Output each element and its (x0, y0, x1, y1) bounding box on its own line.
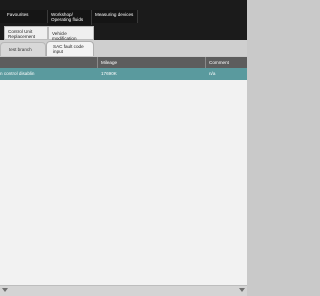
nav-favourites-label: Favourites (7, 12, 29, 17)
cell-description: n control disablin (0, 71, 35, 76)
diagnostic-window: Favourites Workshop/ Operating fluids Me… (0, 0, 247, 296)
nav-measuring-devices-label: Measuring devices (95, 12, 134, 17)
nav-control-unit-replacement-label: Control Unit Replacement (8, 29, 36, 39)
tab-test-branch-label: test branch (9, 47, 32, 52)
table-header: Mileage Comment (0, 57, 247, 68)
cell-mileage: 17690K (101, 71, 117, 76)
nav-workshop-fluids[interactable]: Workshop/ Operating fluids (48, 10, 92, 25)
bottom-scrollbar[interactable] (0, 286, 247, 296)
column-header-comment[interactable]: Comment (206, 57, 247, 68)
tab-sac-fault-code-input-label: SAC fault code input (53, 44, 84, 54)
scroll-left-arrow-icon[interactable] (2, 288, 8, 292)
top-navigation: Favourites Workshop/ Operating fluids Me… (0, 0, 247, 41)
tab-bar: test branch SAC fault code input (0, 40, 247, 56)
result-list-area (0, 80, 247, 286)
nav-favourites[interactable]: Favourites (4, 10, 48, 23)
table-row[interactable]: n control disablin 17690K n/a (0, 68, 247, 80)
column-header-mileage[interactable]: Mileage (98, 57, 206, 68)
tab-sac-fault-code-input[interactable]: SAC fault code input (46, 41, 94, 56)
nav-vehicle-modification[interactable]: Vehicle modification (48, 26, 94, 41)
tab-test-branch[interactable]: test branch (0, 42, 46, 56)
cell-comment: n/a (209, 71, 216, 76)
nav-control-unit-replacement[interactable]: Control Unit Replacement (4, 26, 48, 40)
column-header-description[interactable] (0, 57, 98, 68)
nav-workshop-fluids-label: Workshop/ Operating fluids (51, 12, 84, 22)
nav-measuring-devices[interactable]: Measuring devices (92, 10, 138, 23)
scroll-right-arrow-icon[interactable] (239, 288, 245, 292)
